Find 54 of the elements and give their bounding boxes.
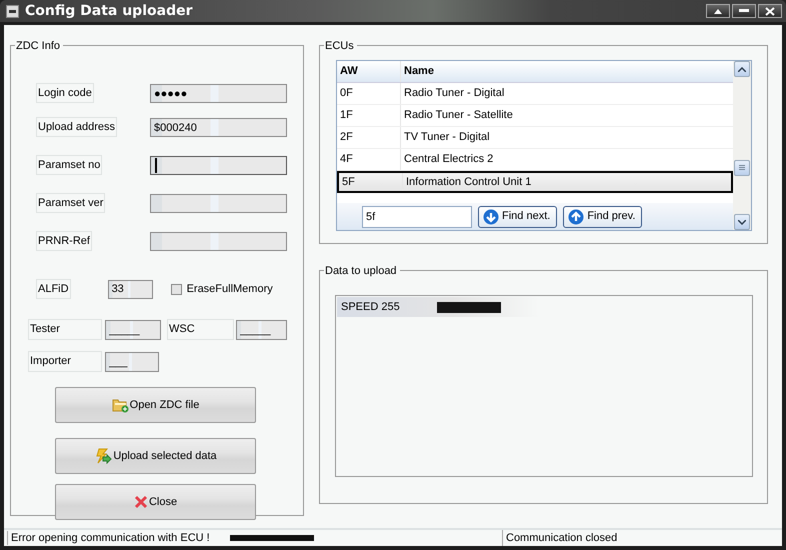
table-row[interactable]: 1F Radio Tuner - Satellite [337, 105, 733, 127]
column-header[interactable]: AW [337, 61, 401, 82]
restore-button[interactable] [706, 4, 730, 18]
input-field[interactable] [150, 194, 287, 213]
field-label: ALFiD [36, 279, 71, 299]
input-field[interactable] [150, 232, 287, 251]
minimize-icon [739, 9, 749, 13]
window-title: Config Data uploader [25, 2, 194, 20]
scroll-thumb[interactable] [734, 160, 750, 176]
find-next-button[interactable]: Find next. [478, 206, 558, 228]
field-label: Paramset ver [36, 193, 106, 213]
upload-button[interactable]: Upload selected data [55, 438, 256, 474]
minimize-button[interactable] [732, 4, 756, 18]
wsc-field[interactable]: _____ [236, 320, 287, 340]
lightning-arrow-icon [94, 448, 112, 464]
close-dialog-button[interactable]: Close [55, 484, 256, 520]
field-label: PRNR-Ref [36, 231, 92, 251]
redaction-bar [437, 302, 501, 313]
table-row[interactable]: 5F Information Control Unit 1 [337, 171, 733, 193]
field-label: Paramset no [36, 155, 102, 175]
arrow-up-icon [568, 208, 584, 224]
status-connection: Communication closed [502, 530, 618, 546]
close-button[interactable] [758, 4, 782, 18]
scroll-up-button[interactable] [734, 61, 750, 77]
chevron-up-icon [738, 66, 746, 72]
field-label: Upload address [36, 117, 118, 137]
folder-icon [112, 397, 129, 413]
chevron-down-icon [738, 220, 746, 224]
table-row[interactable]: 0F Radio Tuner - Digital [337, 83, 733, 105]
close-icon [134, 495, 148, 509]
checkbox-label: EraseFullMemory [186, 282, 273, 297]
tester-field[interactable]: _____ [105, 320, 161, 340]
field-label: WSC [167, 319, 234, 340]
status-message: Error opening communication with ECU ! [7, 531, 225, 545]
scroll-down-button[interactable] [734, 214, 750, 230]
system-menu-icon[interactable] [6, 4, 19, 18]
column-header[interactable]: Name [401, 61, 733, 82]
input-field[interactable]: $000240 [150, 118, 287, 137]
importer-field[interactable]: ___ [105, 352, 159, 372]
table-row[interactable]: 2F TV Tuner - Digital [337, 127, 733, 149]
open-file-button[interactable]: Open ZDC file [55, 387, 256, 423]
field-label: Login code [36, 83, 94, 103]
input-field[interactable]: ●●●●● [150, 84, 287, 103]
checkbox[interactable] [170, 284, 182, 294]
scrollbar[interactable] [733, 61, 751, 230]
field-label: Importer [28, 351, 102, 372]
triangle-up-icon [713, 8, 723, 14]
search-field[interactable]: 5f [362, 206, 472, 228]
alfid-field[interactable]: 33 [108, 280, 153, 298]
input-field[interactable] [150, 156, 287, 175]
find-prev-button[interactable]: Find prev. [563, 206, 642, 228]
close-icon [765, 6, 775, 16]
field-label: Tester [28, 319, 102, 340]
arrow-down-icon [483, 208, 499, 224]
